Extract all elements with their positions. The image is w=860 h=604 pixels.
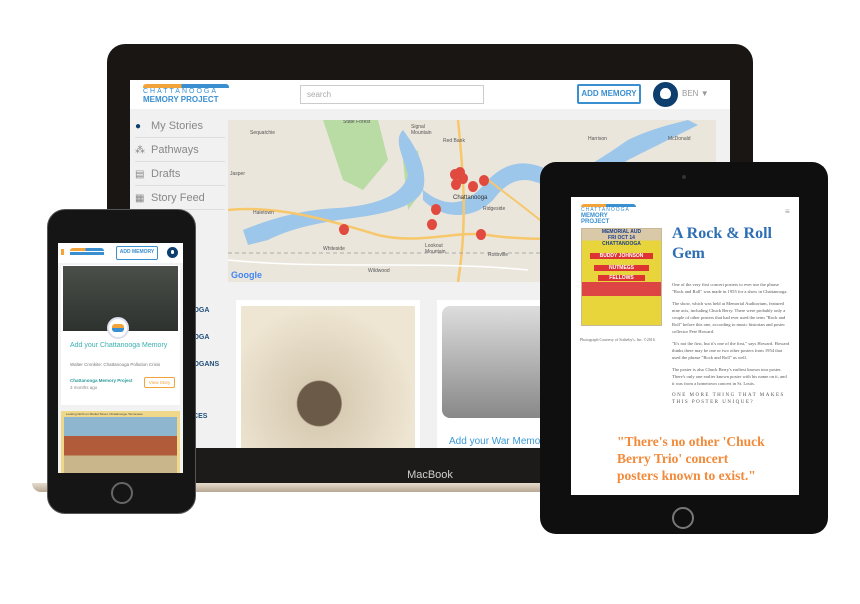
svg-text:Chattanooga: Chattanooga (453, 195, 488, 201)
phone-screen: ADD MEMORY Add your Chattanooga Memory W… (58, 243, 183, 473)
map-marker[interactable] (339, 224, 349, 235)
site-logo[interactable]: CHATTANOOGA MEMORY PROJECT (581, 204, 636, 225)
user-name: BEN (682, 89, 699, 98)
map-marker[interactable] (427, 219, 437, 230)
chevron-down-icon: ▼ (700, 89, 709, 98)
svg-text:Red Bank: Red Bank (443, 138, 465, 144)
google-attribution: Google (231, 270, 262, 280)
card-author[interactable]: Chattanooga Memory Project (70, 378, 133, 383)
svg-text:McDonald: McDonald (668, 136, 691, 142)
subheading: ONE MORE THING THAT MAKES THIS POSTER UN… (672, 393, 785, 405)
article-title: A Rock & Roll Gem (672, 225, 772, 262)
site-logo[interactable] (70, 248, 104, 255)
project-badge (107, 317, 129, 339)
concert-poster: MEMORIAL AUD FRI OCT 14 CHATTANOOGA BUDDY … (581, 228, 662, 326)
sidebar-item-label: Pathways (151, 144, 199, 156)
svg-text:Jasper: Jasper (230, 171, 245, 177)
search-input[interactable]: search (300, 85, 484, 104)
story-card[interactable] (236, 300, 420, 448)
svg-text:Sequatchie: Sequatchie (250, 130, 275, 136)
card-title[interactable]: Add your War Memory (449, 436, 549, 447)
home-button[interactable] (111, 482, 133, 504)
avatar[interactable] (653, 82, 678, 107)
svg-text:Mountain: Mountain (411, 130, 432, 136)
site-logo[interactable]: CHATTANOOGA MEMORY PROJECT (143, 84, 229, 104)
feed-icon: ▦ (135, 193, 145, 204)
map-marker[interactable] (479, 175, 489, 186)
map-marker[interactable] (451, 179, 461, 190)
svg-text:Mountain: Mountain (425, 249, 446, 255)
laptop-brand-label: MacBook (407, 469, 453, 481)
svg-text:Ridgeside: Ridgeside (483, 206, 505, 212)
logo-line2: MEMORY PROJECT (143, 95, 219, 104)
home-button[interactable] (672, 507, 694, 529)
postcard-image (64, 417, 177, 473)
postcard-card[interactable]: Looking North on Market Street, Chattano… (61, 411, 180, 473)
add-memory-button[interactable]: ADD MEMORY (577, 84, 641, 104)
sidebar-item-label: Story Feed (151, 192, 205, 204)
svg-text:State Forest: State Forest (343, 120, 371, 125)
pull-quote: "There's no other 'Chuck Berry Trio' con… (617, 434, 765, 483)
tablet-screen: CHATTANOOGA MEMORY PROJECT ≡ MEMORIAL AU… (571, 197, 799, 495)
sidebar-item-label: My Stories (151, 120, 203, 132)
card-time: 3 months ago (70, 385, 98, 390)
phone-header: ADD MEMORY (58, 243, 183, 263)
user-icon: ● (135, 121, 142, 132)
paragraph: "It's not the first, but it's one of the… (672, 341, 790, 360)
sidebar-item-label: Drafts (151, 168, 181, 180)
camera-icon (682, 175, 686, 179)
logo-line1: CHATTANOOGA (143, 88, 219, 95)
story-card[interactable]: Add your Chattanooga Memory Walter Cronk… (61, 265, 180, 405)
sidebar-item-my-stories[interactable]: ● My Stories (135, 114, 225, 138)
sidebar-item-drafts[interactable]: ▤ Drafts (135, 162, 225, 186)
article-body: One of the very first concert posters to… (672, 281, 790, 406)
sidebar-item-story-feed[interactable]: ▦ Story Feed (135, 186, 225, 210)
pathways-icon: ⁂ (135, 145, 145, 156)
view-story-button[interactable]: View Story (144, 377, 175, 388)
svg-text:Rossville: Rossville (488, 252, 508, 258)
map-marker[interactable] (476, 229, 486, 240)
map-marker[interactable] (468, 181, 478, 192)
horseman-photo (442, 306, 547, 418)
portrait-photo (241, 306, 415, 448)
svg-text:Harrison: Harrison (588, 136, 607, 142)
paragraph: The poster is also Chuck Berry's earlies… (672, 367, 787, 386)
sidebar-item-pathways[interactable]: ⁂ Pathways (135, 138, 225, 162)
document-icon: ▤ (135, 169, 145, 180)
paragraph: The show, which was held at Memorial Aud… (672, 301, 786, 334)
add-memory-button[interactable]: ADD MEMORY (116, 246, 158, 260)
hamburger-icon[interactable] (61, 249, 64, 255)
svg-text:Haletown: Haletown (253, 210, 274, 216)
user-menu[interactable]: BEN ▼ (682, 89, 709, 98)
map-marker[interactable] (431, 204, 441, 215)
photo-caption: Photograph Courtesy of Sotheby's, Inc. ©… (580, 337, 655, 342)
story-card[interactable]: Add your War Memory (437, 300, 549, 448)
svg-text:Wildwood: Wildwood (368, 268, 390, 274)
svg-text:Whiteside: Whiteside (323, 246, 345, 252)
postcard-caption: Looking North on Market Street, Chattano… (66, 412, 143, 416)
card-title[interactable]: Add your Chattanooga Memory (70, 341, 175, 350)
paragraph: One of the very first concert posters to… (672, 282, 788, 294)
card-subtitle: Walter Cronkite: Chattanooga Pollution C… (70, 362, 161, 367)
avatar[interactable] (167, 247, 178, 258)
site-header: CHATTANOOGA MEMORY PROJECT search ADD ME… (130, 80, 730, 109)
hamburger-icon[interactable]: ≡ (785, 207, 790, 216)
logo-line2: MEMORY PROJECT (581, 213, 610, 225)
